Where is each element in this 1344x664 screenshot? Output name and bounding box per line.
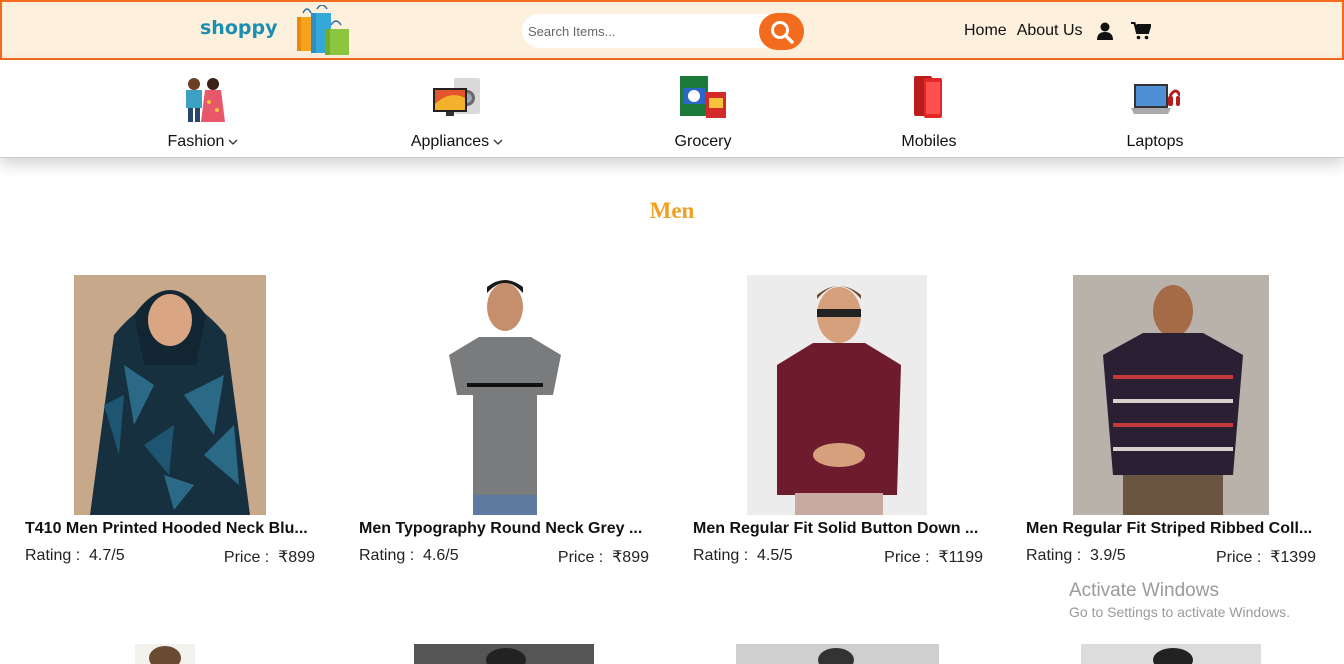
category-appliances[interactable]: Appliances: [397, 74, 517, 151]
product-price: Price : ₹899: [223, 549, 315, 566]
category-bar: Fashion Appliances Grocery Mobiles Lapto…: [0, 60, 1344, 158]
product-card[interactable]: Men Regular Fit Striped Ribbed Coll... R…: [1026, 275, 1316, 567]
search-bar: [522, 13, 804, 50]
product-name: Men Regular Fit Solid Button Down ...: [693, 520, 979, 537]
product-name: T410 Men Printed Hooded Neck Blu...: [25, 520, 308, 537]
product-image-partial[interactable]: [1081, 644, 1261, 664]
mobiles-thumbnail-icon: [914, 76, 942, 118]
category-mobiles[interactable]: Mobiles: [869, 74, 989, 151]
product-meta: Rating : 3.9/5 Price : ₹1399: [1026, 547, 1316, 567]
partial-product-image: [1081, 644, 1261, 664]
grey-tshirt-image: [441, 275, 569, 515]
section-title: Men: [649, 198, 695, 223]
user-icon[interactable]: [1096, 22, 1113, 40]
product-meta: Rating : 4.6/5 Price : ₹899: [359, 547, 649, 567]
category-label: Fashion: [143, 133, 263, 151]
search-button[interactable]: [759, 13, 804, 50]
category-label: Appliances: [397, 133, 517, 151]
watermark-title: Activate Windows: [1069, 580, 1219, 601]
category-grocery[interactable]: Grocery: [643, 74, 763, 151]
fashion-thumbnail-icon: [186, 78, 225, 122]
product-name: Men Typography Round Neck Grey ...: [359, 520, 643, 537]
top-navbar: shoppy Home About Us: [0, 0, 1344, 60]
product-rating: Rating : 3.9/5: [1026, 547, 1126, 564]
maroon-shirt-image: [747, 275, 927, 515]
partial-product-image: [414, 644, 594, 664]
product-image-partial[interactable]: [414, 644, 594, 664]
product-image: [74, 275, 266, 515]
windows-activation-watermark: Activate Windows Go to Settings to activ…: [1069, 580, 1290, 620]
product-rating: Rating : 4.6/5: [359, 547, 459, 564]
category-label: Mobiles: [901, 133, 957, 150]
product-card[interactable]: Men Regular Fit Solid Button Down ... Ra…: [693, 275, 983, 567]
striped-shirt-image: [1073, 275, 1269, 515]
product-image: [441, 275, 569, 515]
category-laptops[interactable]: Laptops: [1095, 74, 1215, 151]
product-rating: Rating : 4.5/5: [693, 547, 793, 564]
product-rating: Rating : 4.7/5: [25, 547, 125, 564]
hooded-tshirt-image: [74, 275, 266, 515]
logo-text: shoppy: [200, 17, 278, 39]
grocery-thumbnail-icon: [680, 76, 726, 118]
logo[interactable]: shoppy: [200, 4, 351, 58]
product-card[interactable]: Men Typography Round Neck Grey ... Ratin…: [359, 275, 649, 567]
appliances-thumbnail-icon: [433, 78, 480, 116]
category-fashion[interactable]: Fashion: [143, 74, 263, 151]
product-price: Price : ₹899: [557, 549, 649, 566]
watermark-subtitle: Go to Settings to activate Windows.: [1069, 604, 1290, 620]
search-input[interactable]: [522, 14, 772, 48]
product-price: Price : ₹1199: [884, 549, 983, 566]
nav-home-link[interactable]: Home: [964, 22, 1007, 40]
cart-icon[interactable]: [1130, 22, 1151, 40]
category-label: Laptops: [1126, 133, 1184, 150]
product-image-partial[interactable]: [135, 644, 195, 664]
chevron-down-icon: [493, 139, 503, 145]
nav-about-link[interactable]: About Us: [1017, 22, 1083, 40]
partial-product-image: [135, 644, 195, 664]
shopping-bags-logo-icon: [297, 5, 350, 55]
category-label: Grocery: [674, 133, 732, 150]
product-image-partial[interactable]: [736, 644, 939, 664]
product-card[interactable]: T410 Men Printed Hooded Neck Blu... Rati…: [25, 275, 315, 567]
product-name: Men Regular Fit Striped Ribbed Coll...: [1026, 520, 1313, 537]
product-meta: Rating : 4.7/5 Price : ₹899: [25, 547, 315, 567]
product-image: [1073, 275, 1269, 515]
partial-product-image: [736, 644, 939, 664]
main-nav: Home About Us: [964, 22, 1165, 40]
product-price: Price : ₹1399: [1215, 549, 1316, 566]
chevron-down-icon: [228, 139, 238, 145]
search-icon: [770, 20, 794, 44]
product-meta: Rating : 4.5/5 Price : ₹1199: [693, 547, 983, 567]
product-image: [747, 275, 927, 515]
laptops-thumbnail-icon: [1131, 84, 1182, 114]
